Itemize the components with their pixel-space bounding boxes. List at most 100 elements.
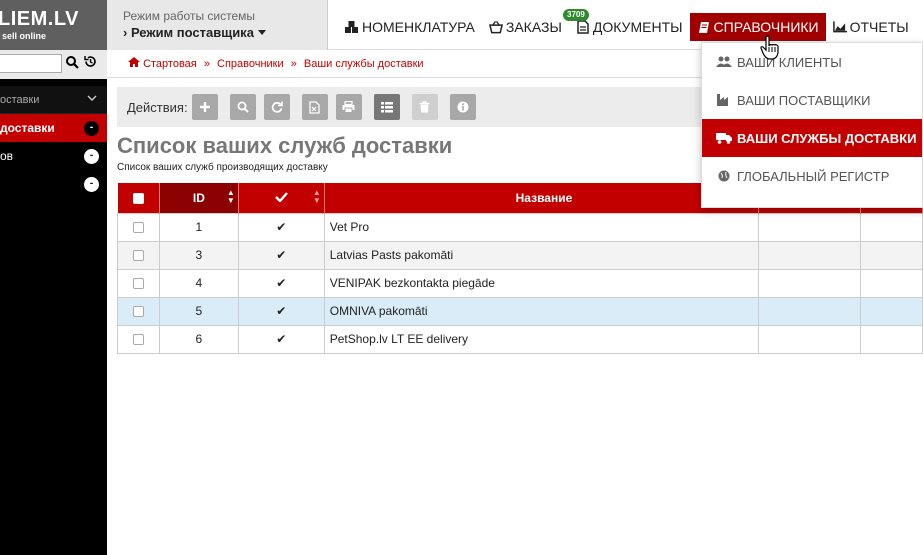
sort-arrows-icon: ▲ ▼ [312,188,321,205]
refresh-icon [271,101,283,113]
actions-toolbar: Действия: [117,87,717,127]
dropdown-item-suppliers[interactable]: Ваши поставщики [702,81,922,119]
info-icon [457,101,469,113]
mode-switcher[interactable]: Режим работы системы › Режим поставщика [107,0,328,50]
row-active-check: ✔ [237,240,325,270]
breadcrumb-separator: » [290,58,297,70]
table-row[interactable]: 3 ✔ Latvias Pasts pakomāti [117,240,923,270]
orders-count-badge: 3709 [563,9,589,21]
refresh-button[interactable] [263,94,290,120]
row-id: 1 [158,212,239,242]
column-header-name[interactable]: Название [324,183,760,213]
chart-icon [832,21,847,33]
print-button[interactable] [335,94,362,120]
row-id: 4 [158,268,239,298]
page-subtitle: Список ваших служб производящих доставку [117,162,328,173]
references-dropdown: Ваши клиенты Ваши поставщики Ваши службы… [701,42,923,208]
search-button[interactable] [229,94,256,120]
dropdown-item-delivery-services[interactable]: Ваши службы доставки [702,119,922,157]
table-row[interactable]: 1 ✔ Vet Pro [117,212,923,242]
info-button[interactable] [449,94,476,120]
trash-icon [419,101,430,113]
row-active-check: ✔ [237,296,325,326]
breadcrumb-home[interactable]: Стартовая [143,58,197,70]
nav-nomenclature[interactable]: НОМЕНКЛАТУРА [338,13,482,41]
sidebar-search [0,50,107,79]
search-icon[interactable] [66,56,79,72]
row-checkbox[interactable] [132,334,144,346]
breadcrumb-current[interactable]: Ваши службы доставки [304,58,424,70]
sidebar: оставки доставки - ов - - [0,50,107,555]
hand-cursor-icon [760,35,779,60]
excel-icon [309,100,320,114]
sidebar-item-badge: - [84,149,99,164]
mode-label: Режим работы системы [123,9,256,23]
column-header-active[interactable]: ▲ ▼ [238,183,325,213]
breadcrumb-references[interactable]: Справочники [217,58,284,70]
row-active-check: ✔ [237,268,325,298]
delete-button[interactable] [411,94,438,120]
export-excel-button[interactable] [301,94,328,120]
logo-brand: LIEM.LV [0,8,79,30]
row-id: 5 [158,296,239,326]
row-name: Latvias Pasts pakomāti [323,240,760,270]
dropdown-item-clients[interactable]: Ваши клиенты [702,43,922,81]
select-all-checkbox[interactable] [132,193,144,205]
plus-icon [199,102,210,112]
row-name: VENIPAK bezkontakta piegāde [323,268,760,298]
sidebar-item-delivery[interactable]: доставки - [0,114,107,142]
sidebar-search-input[interactable] [0,54,62,73]
globe-icon [715,170,733,182]
truck-icon [715,132,733,144]
caret-down-icon [257,30,266,35]
table-row[interactable]: 6 ✔ PetShop.lv LT EE delivery [117,324,923,354]
book-icon [697,21,711,34]
row-name: PetShop.lv LT EE delivery [323,324,760,354]
nav-references[interactable]: СПРАВОЧНИКИ [689,13,826,41]
mode-value[interactable]: › Режим поставщика [123,25,327,40]
logo-tagline: sell online [2,31,47,41]
list-icon [380,101,393,112]
row-name: OMNIVA pakomāti [323,296,760,326]
page-title: Список ваших служб доставки [117,133,453,158]
columns-button[interactable] [373,94,400,120]
row-checkbox[interactable] [132,306,144,318]
table-row[interactable]: 4 ✔ VENIPAK bezkontakta piegāde [117,268,923,298]
main-nav: НОМЕНКЛАТУРА ЗАКАЗЫ ДОКУМЕНТЫ СПРАВОЧНИК… [338,9,916,41]
delivery-services-table: ID ▲ ▼ ▲ ▼ Название 1 ✔ Vet Pro 3 ✔ Latv… [117,183,923,354]
sidebar-item-badge: - [84,121,99,136]
row-id: 3 [158,240,239,270]
row-checkbox[interactable] [132,278,144,290]
column-header-id[interactable]: ID ▲ ▼ [159,183,239,213]
basket-icon [488,20,503,34]
sidebar-item-2[interactable]: ов - [0,142,107,170]
sidebar-section-header[interactable]: оставки [0,86,107,114]
add-button[interactable] [191,94,218,120]
cubes-icon [345,20,359,34]
logo[interactable]: LIEM.LV sell online [0,0,107,50]
sidebar-item-badge: - [84,177,99,192]
industry-icon [715,94,733,106]
row-name: Vet Pro [323,212,760,242]
row-checkbox[interactable] [132,250,144,262]
chevron-down-icon [87,86,97,114]
check-icon [274,191,288,205]
row-id: 6 [158,324,239,354]
history-icon[interactable] [84,55,97,71]
print-icon [342,101,355,113]
document-icon [576,20,590,34]
sidebar-item-3[interactable]: - [0,170,107,198]
select-all-header[interactable] [117,183,160,213]
row-active-check: ✔ [237,212,325,242]
home-icon[interactable] [128,57,143,70]
dropdown-item-global-registry[interactable]: Глобальный регистр [702,157,922,195]
table-row[interactable]: 5 ✔ OMNIVA pakomāti [117,296,923,326]
nav-orders[interactable]: ЗАКАЗЫ [482,13,569,41]
sort-arrows-icon: ▲ ▼ [226,188,235,205]
users-icon [715,56,733,68]
search-icon [237,101,249,113]
nav-reports[interactable]: ОТЧЕТЫ [826,13,916,41]
row-checkbox[interactable] [132,222,144,234]
actions-label: Действия: [127,99,188,115]
row-active-check: ✔ [237,324,325,354]
